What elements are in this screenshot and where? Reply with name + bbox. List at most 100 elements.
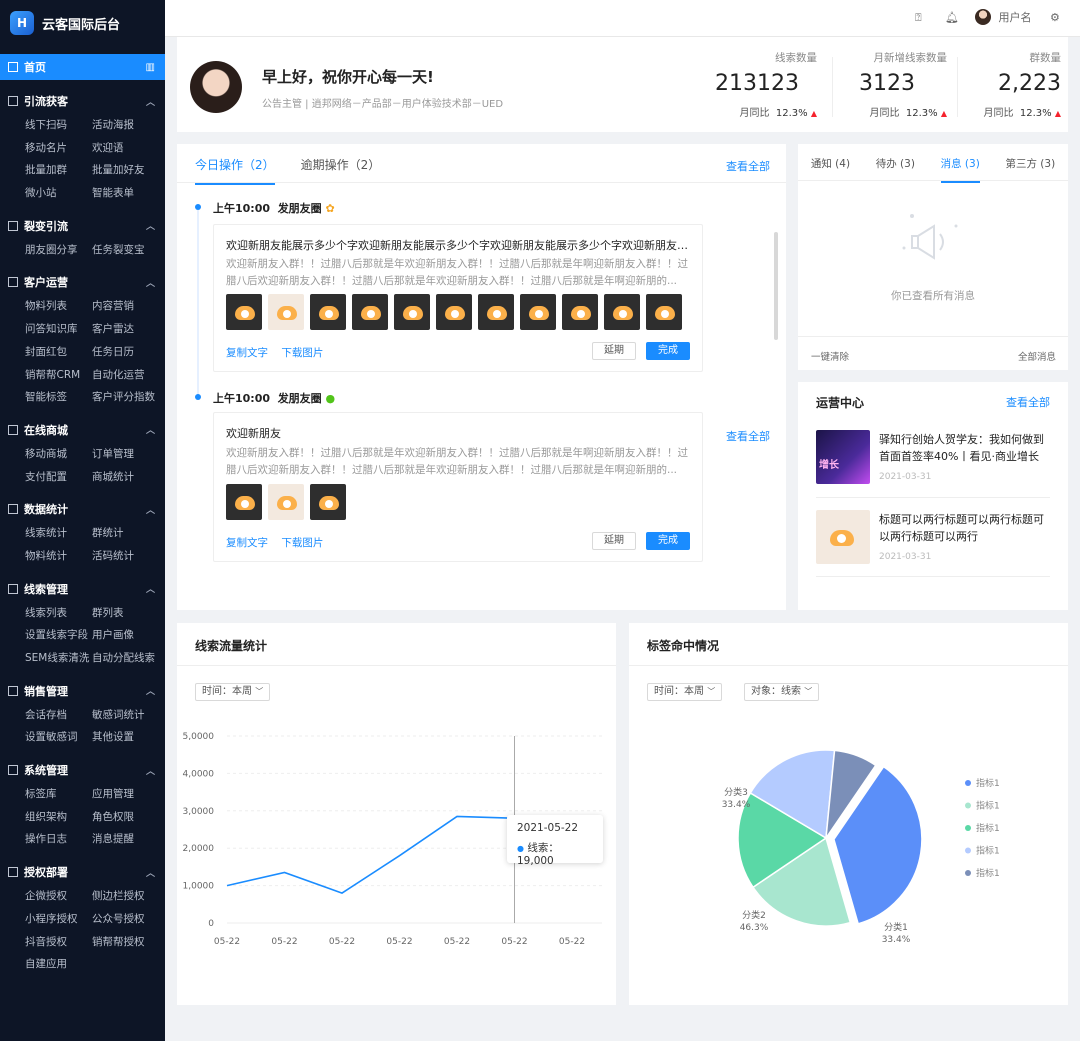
sidebar-item[interactable]: 朋友圈分享 bbox=[25, 239, 92, 262]
image-thumbnail[interactable] bbox=[604, 294, 640, 330]
sidebar-item[interactable]: 智能标签 bbox=[25, 386, 92, 409]
sidebar-item[interactable]: 自动化运营 bbox=[92, 364, 165, 387]
image-thumbnail[interactable] bbox=[226, 484, 262, 520]
sidebar-item[interactable]: 活码统计 bbox=[92, 545, 165, 568]
sidebar-group-header[interactable]: 系统管理 ︿ bbox=[0, 757, 165, 783]
image-thumbnail[interactable] bbox=[268, 484, 304, 520]
sidebar-item-home[interactable]: 首页 ▥ bbox=[0, 54, 165, 80]
done-button[interactable]: 完成 bbox=[646, 532, 690, 550]
sidebar-item[interactable]: 设置线索字段 bbox=[25, 624, 92, 647]
view-all-link[interactable]: 查看全部 bbox=[726, 158, 770, 174]
delay-button[interactable]: 延期 bbox=[592, 342, 636, 360]
sidebar-item[interactable]: 抖音授权 bbox=[25, 931, 92, 954]
sidebar-group-header[interactable]: 线索管理 ︿ bbox=[0, 576, 165, 602]
sidebar-item[interactable]: 群列表 bbox=[92, 602, 165, 625]
image-thumbnail[interactable] bbox=[310, 484, 346, 520]
copy-text-link[interactable]: 复制文字 bbox=[226, 537, 268, 549]
all-messages-link[interactable]: 全部消息 bbox=[1018, 349, 1056, 363]
done-button[interactable]: 完成 bbox=[646, 342, 690, 360]
image-thumbnail[interactable] bbox=[646, 294, 682, 330]
sidebar-item[interactable]: 问答知识库 bbox=[25, 318, 92, 341]
view-all-link[interactable]: 查看全部 bbox=[1006, 394, 1050, 410]
tab-notice[interactable]: 通知 (4) bbox=[811, 156, 850, 183]
sidebar-item[interactable]: 移动名片 bbox=[25, 137, 92, 160]
app-logo[interactable]: H 云客国际后台 bbox=[0, 0, 165, 46]
time-filter-select[interactable]: 时间：本周 ﹀ bbox=[195, 683, 271, 701]
sidebar-item[interactable]: 设置敏感词 bbox=[25, 726, 92, 749]
image-thumbnail[interactable] bbox=[310, 294, 346, 330]
sidebar-item[interactable]: 订单管理 bbox=[92, 443, 165, 466]
gear-icon[interactable]: ⚙ bbox=[1050, 11, 1060, 24]
help-icon[interactable]: ⍰ bbox=[915, 11, 922, 25]
tab-today[interactable]: 今日操作（2） bbox=[195, 156, 275, 185]
sidebar-item[interactable]: 角色权限 bbox=[92, 806, 165, 829]
sidebar-item[interactable]: 线下扫码 bbox=[25, 114, 92, 137]
sidebar-item[interactable]: 内容营销 bbox=[92, 295, 165, 318]
time-filter-select[interactable]: 时间：本周 ﹀ bbox=[647, 683, 723, 701]
sidebar-item[interactable]: 商城统计 bbox=[92, 466, 165, 489]
tab-message[interactable]: 消息 (3) bbox=[940, 156, 980, 183]
user-menu[interactable]: 用户名 bbox=[975, 9, 1032, 25]
scrollbar[interactable] bbox=[774, 232, 778, 340]
image-thumbnail[interactable] bbox=[562, 294, 598, 330]
sidebar-item[interactable]: 欢迎语 bbox=[92, 137, 165, 160]
sidebar-group-header[interactable]: 销售管理 ︿ bbox=[0, 678, 165, 704]
sidebar-item[interactable]: 批量加好友 bbox=[92, 159, 165, 182]
delay-button[interactable]: 延期 bbox=[592, 532, 636, 550]
clear-all-button[interactable]: 一键清除 bbox=[811, 349, 849, 363]
sidebar-item[interactable]: 用户画像 bbox=[92, 624, 165, 647]
sidebar-item[interactable]: 客户雷达 bbox=[92, 318, 165, 341]
sidebar-item[interactable]: 任务裂变宝 bbox=[92, 239, 165, 262]
sidebar-group-header[interactable]: 裂变引流 ︿ bbox=[0, 213, 165, 239]
sidebar-item[interactable]: 物料列表 bbox=[25, 295, 92, 318]
sidebar-item[interactable]: 智能表单 bbox=[92, 182, 165, 205]
sidebar-item[interactable]: 会话存档 bbox=[25, 704, 92, 727]
image-thumbnail[interactable] bbox=[352, 294, 388, 330]
image-thumbnail[interactable] bbox=[478, 294, 514, 330]
sidebar-item[interactable]: 物料统计 bbox=[25, 545, 92, 568]
sidebar-group-header[interactable]: 授权部署 ︿ bbox=[0, 859, 165, 885]
tab-todo[interactable]: 待办 (3) bbox=[876, 156, 915, 183]
sidebar-item[interactable]: 小程序授权 bbox=[25, 908, 92, 931]
view-all-link[interactable]: 查看全部 bbox=[726, 428, 770, 444]
sidebar-group-header[interactable]: 引流获客 ︿ bbox=[0, 88, 165, 114]
sidebar-item[interactable]: 任务日历 bbox=[92, 341, 165, 364]
sidebar-item[interactable]: 侧边栏授权 bbox=[92, 885, 165, 908]
tab-third-party[interactable]: 第三方 (3) bbox=[1005, 156, 1055, 183]
sidebar-item[interactable]: 消息提醒 bbox=[92, 828, 165, 851]
image-thumbnail[interactable] bbox=[226, 294, 262, 330]
sidebar-item[interactable]: 标签库 bbox=[25, 783, 92, 806]
bell-icon[interactable]: 🔔︎ bbox=[945, 11, 959, 24]
sidebar-item[interactable]: 线索列表 bbox=[25, 602, 92, 625]
tab-overdue[interactable]: 逾期操作（2） bbox=[301, 156, 381, 185]
article-item[interactable]: 标题可以两行标题可以两行标题可以两行标题可以两行 2021-03-31 bbox=[816, 510, 1050, 577]
image-thumbnail[interactable] bbox=[520, 294, 556, 330]
sidebar-item[interactable]: 销帮帮CRM bbox=[25, 364, 92, 387]
sidebar-item[interactable]: 敏感词统计 bbox=[92, 704, 165, 727]
sidebar-group-header[interactable]: 在线商城 ︿ bbox=[0, 417, 165, 443]
sidebar-item[interactable]: 客户评分指数 bbox=[92, 386, 165, 409]
sidebar-item[interactable]: 线索统计 bbox=[25, 522, 92, 545]
copy-text-link[interactable]: 复制文字 bbox=[226, 347, 268, 359]
image-thumbnail[interactable] bbox=[394, 294, 430, 330]
sidebar-item[interactable]: 活动海报 bbox=[92, 114, 165, 137]
sidebar-item[interactable]: 应用管理 bbox=[92, 783, 165, 806]
sidebar-group-header[interactable]: 数据统计 ︿ bbox=[0, 496, 165, 522]
sidebar-item[interactable]: SEM线索清洗 bbox=[25, 647, 92, 670]
image-thumbnail[interactable] bbox=[436, 294, 472, 330]
target-filter-select[interactable]: 对象：线索 ﹀ bbox=[744, 683, 820, 701]
download-image-link[interactable]: 下载图片 bbox=[281, 347, 323, 359]
sidebar-item[interactable]: 微小站 bbox=[25, 182, 92, 205]
sidebar-item[interactable]: 企微授权 bbox=[25, 885, 92, 908]
sidebar-item[interactable]: 组织架构 bbox=[25, 806, 92, 829]
sidebar-item[interactable]: 操作日志 bbox=[25, 828, 92, 851]
article-item[interactable]: 增长 驿知行创始人贺学友：我如何做到首面首签率40%丨看见·商业增长 2021-… bbox=[816, 430, 1050, 498]
sidebar-item[interactable]: 批量加群 bbox=[25, 159, 92, 182]
sidebar-item[interactable]: 封面红包 bbox=[25, 341, 92, 364]
download-image-link[interactable]: 下载图片 bbox=[281, 537, 323, 549]
sidebar-item[interactable]: 公众号授权 bbox=[92, 908, 165, 931]
sidebar-item[interactable]: 销帮帮授权 bbox=[92, 931, 165, 954]
sidebar-group-header[interactable]: 客户运营 ︿ bbox=[0, 269, 165, 295]
sidebar-item[interactable]: 群统计 bbox=[92, 522, 165, 545]
image-thumbnail[interactable] bbox=[268, 294, 304, 330]
